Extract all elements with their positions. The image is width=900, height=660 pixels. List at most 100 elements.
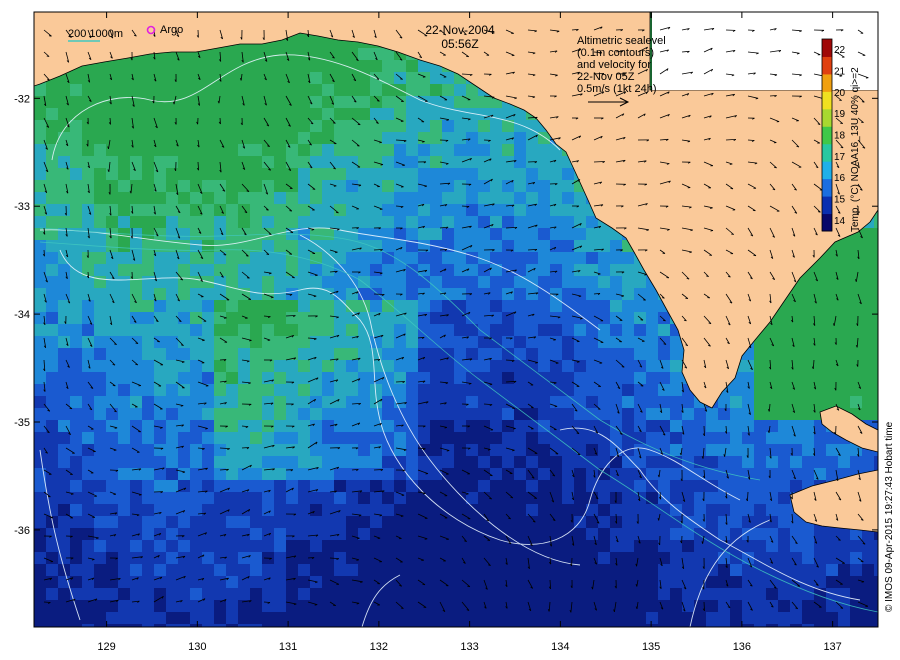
sst-cell (142, 132, 154, 144)
sst-cell (430, 228, 442, 240)
sst-cell (94, 396, 106, 408)
sst-cell (226, 624, 238, 627)
sst-cell (226, 612, 238, 624)
sst-cell (310, 72, 322, 84)
sst-cell (406, 120, 418, 132)
sst-cell (298, 72, 310, 84)
sst-cell (454, 348, 466, 360)
sst-cell (394, 444, 406, 456)
sst-cell (754, 468, 766, 480)
sst-cell (166, 84, 178, 96)
sst-cell (586, 228, 598, 240)
sst-cell (94, 372, 106, 384)
sst-cell (346, 324, 358, 336)
sst-cell (238, 324, 250, 336)
sst-cell (502, 384, 514, 396)
sst-cell (490, 252, 502, 264)
sst-cell (466, 624, 478, 627)
sst-cell (118, 624, 130, 627)
sst-cell (346, 516, 358, 528)
sst-cell (322, 348, 334, 360)
sst-cell (94, 384, 106, 396)
sst-cell (190, 372, 202, 384)
sst-cell (454, 492, 466, 504)
sst-cell (118, 156, 130, 168)
sst-cell (190, 540, 202, 552)
sst-cell (166, 204, 178, 216)
sst-cell (550, 168, 562, 180)
sst-cell (46, 504, 58, 516)
sst-cell (322, 48, 334, 60)
sst-cell (730, 432, 742, 444)
sst-cell (610, 264, 622, 276)
sst-cell (118, 168, 130, 180)
sst-cell (286, 408, 298, 420)
sst-cell (250, 468, 262, 480)
sst-cell (394, 276, 406, 288)
sst-cell (598, 372, 610, 384)
sst-cell (730, 588, 742, 600)
sst-cell (310, 312, 322, 324)
sst-cell (550, 564, 562, 576)
sst-cell (802, 372, 814, 384)
sst-cell (754, 480, 766, 492)
sst-cell (430, 276, 442, 288)
sst-cell (226, 48, 238, 60)
sst-cell (190, 528, 202, 540)
sst-cell (754, 588, 766, 600)
sst-cell (250, 156, 262, 168)
sst-cell (790, 432, 802, 444)
sst-cell (538, 348, 550, 360)
sst-cell (262, 156, 274, 168)
sst-cell (214, 516, 226, 528)
sst-cell (310, 264, 322, 276)
sst-cell (214, 492, 226, 504)
sst-cell (262, 480, 274, 492)
sst-cell (58, 324, 70, 336)
sst-cell (586, 456, 598, 468)
sst-cell (862, 456, 874, 468)
sst-cell (274, 348, 286, 360)
sst-cell (106, 492, 118, 504)
sst-cell (490, 504, 502, 516)
sst-cell (730, 396, 742, 408)
sst-cell (682, 576, 694, 588)
sst-cell (154, 228, 166, 240)
sst-cell (334, 576, 346, 588)
sst-cell (466, 408, 478, 420)
sst-cell (538, 168, 550, 180)
sst-cell (202, 480, 214, 492)
sst-cell (406, 300, 418, 312)
sst-cell (94, 504, 106, 516)
sst-cell (226, 528, 238, 540)
sst-cell (550, 552, 562, 564)
sst-cell (670, 600, 682, 612)
sst-cell (490, 600, 502, 612)
sst-cell (778, 336, 790, 348)
sst-cell (238, 348, 250, 360)
sst-cell (394, 132, 406, 144)
sst-cell (34, 540, 46, 552)
sst-cell (454, 396, 466, 408)
sst-cell (58, 600, 70, 612)
sst-cell (310, 564, 322, 576)
sst-cell (94, 612, 106, 624)
sst-cell (550, 516, 562, 528)
sst-cell (574, 480, 586, 492)
sst-cell (142, 540, 154, 552)
sst-cell (394, 480, 406, 492)
sst-cell (526, 168, 538, 180)
sst-cell (250, 204, 262, 216)
sst-cell (106, 564, 118, 576)
sst-cell (634, 516, 646, 528)
sst-cell (490, 408, 502, 420)
sst-cell (574, 588, 586, 600)
sst-cell (562, 360, 574, 372)
sst-cell (142, 408, 154, 420)
sst-cell (670, 612, 682, 624)
sst-cell (850, 624, 862, 627)
sst-cell (574, 552, 586, 564)
sst-cell (802, 276, 814, 288)
sst-cell (322, 144, 334, 156)
sst-cell (322, 336, 334, 348)
